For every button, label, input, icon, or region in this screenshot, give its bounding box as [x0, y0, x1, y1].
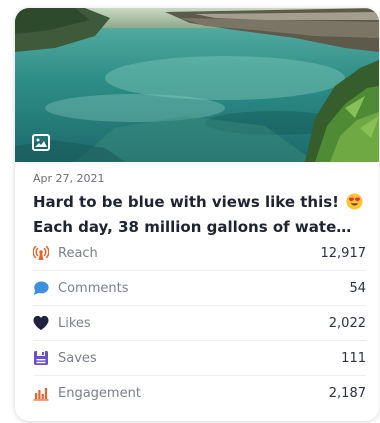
heart-icon	[33, 315, 49, 331]
save-icon	[33, 350, 49, 366]
comment-icon	[33, 280, 49, 296]
stat-row-reach: Reach 12,917	[33, 236, 366, 270]
stat-value-engagement: 2,187	[328, 385, 366, 401]
post-image[interactable]	[15, 8, 379, 162]
stats-list: Reach 12,917 Comments 54 Likes 2,022 Sav…	[33, 236, 366, 410]
engagement-icon	[33, 385, 49, 401]
stat-row-engagement: Engagement 2,187	[33, 375, 366, 410]
post-date: Apr 27, 2021	[33, 172, 105, 185]
stat-row-comments: Comments 54	[33, 270, 366, 305]
stat-value-likes: 2,022	[328, 315, 366, 331]
post-caption[interactable]: Hard to be blue with views like this! Ea…	[33, 191, 371, 238]
stat-value-saves: 111	[341, 350, 366, 366]
post-card[interactable]: Apr 27, 2021 Hard to be blue with views …	[15, 8, 379, 421]
stat-value-reach: 12,917	[320, 245, 367, 261]
caption-line-2: Each day, 38 million gallons of wate…	[33, 218, 352, 236]
stat-row-saves: Saves 111	[33, 340, 366, 375]
post-photo	[15, 8, 379, 162]
stat-label-engagement: Engagement	[58, 385, 141, 401]
stat-row-likes: Likes 2,022	[33, 305, 366, 340]
stat-label-likes: Likes	[58, 315, 91, 331]
caption-line-1: Hard to be blue with views like this!	[33, 191, 371, 216]
page: Apr 27, 2021 Hard to be blue with views …	[0, 0, 380, 423]
stat-label-comments: Comments	[58, 280, 129, 296]
stat-value-comments: 54	[349, 280, 366, 296]
stat-label-reach: Reach	[58, 245, 98, 261]
image-icon	[32, 134, 50, 151]
stat-label-saves: Saves	[58, 350, 97, 366]
heart-eyes-emoji-icon	[346, 193, 363, 216]
reach-icon	[33, 245, 49, 261]
